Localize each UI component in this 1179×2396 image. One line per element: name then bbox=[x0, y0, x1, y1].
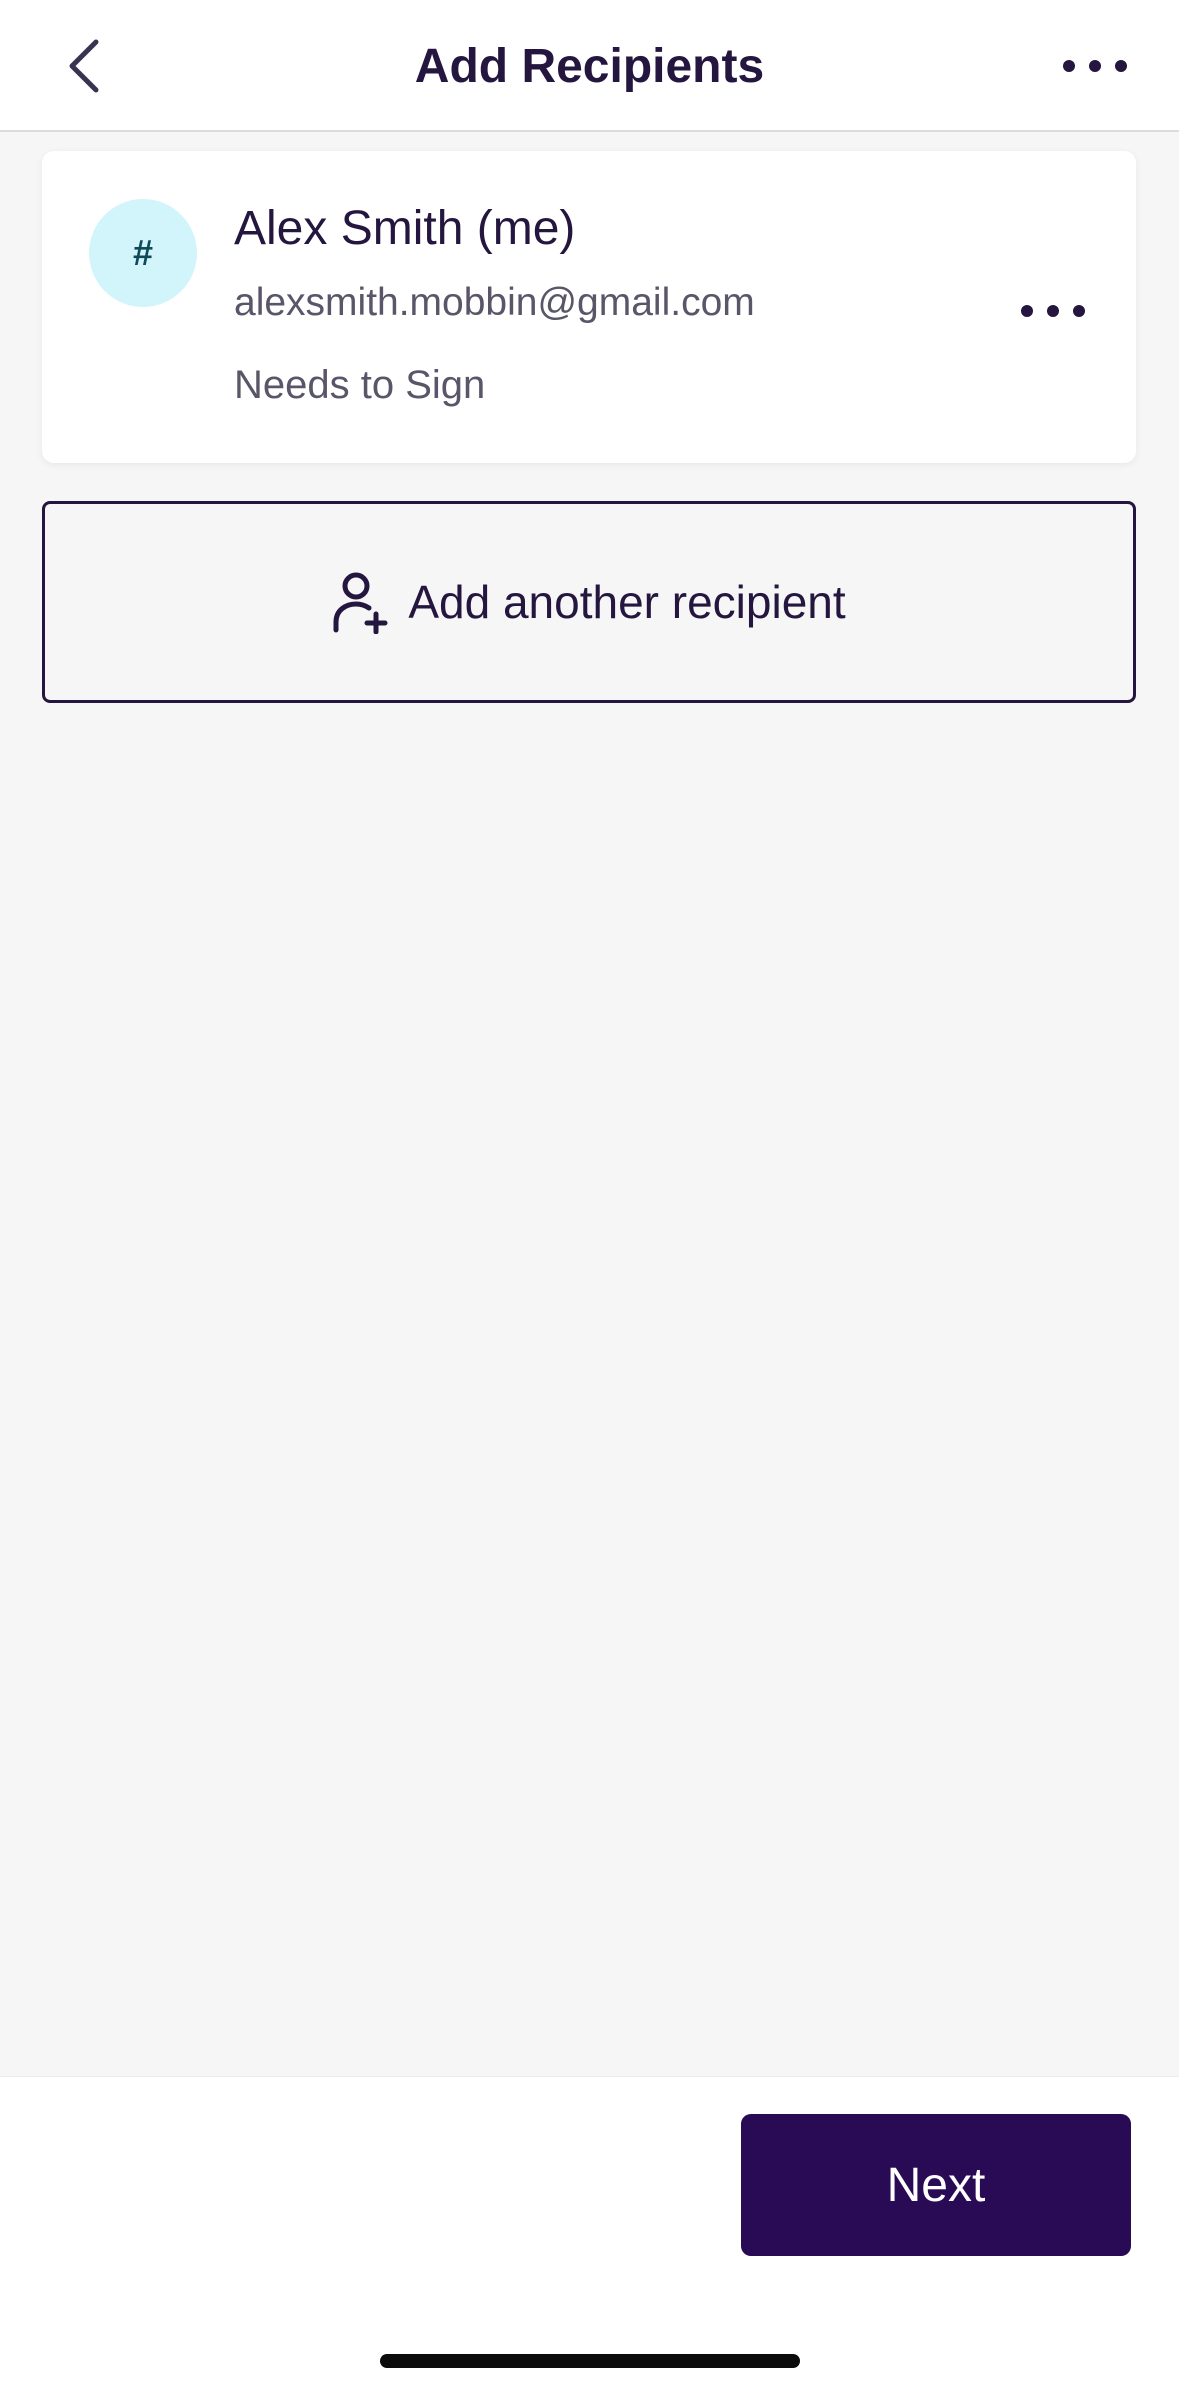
add-person-icon bbox=[332, 570, 388, 634]
recipient-name: Alex Smith (me) bbox=[234, 202, 576, 255]
add-recipient-content: Add another recipient bbox=[332, 570, 846, 634]
next-button[interactable]: Next bbox=[741, 2114, 1131, 2256]
add-another-recipient-button[interactable]: Add another recipient bbox=[42, 501, 1136, 703]
top-nav-bar: Add Recipients bbox=[0, 0, 1179, 132]
more-horizontal-icon bbox=[1021, 305, 1085, 317]
back-button[interactable] bbox=[44, 22, 124, 110]
page-title: Add Recipients bbox=[414, 39, 765, 93]
home-indicator bbox=[380, 2354, 800, 2368]
chevron-left-icon bbox=[69, 39, 99, 93]
more-horizontal-icon bbox=[1063, 60, 1127, 72]
recipient-card[interactable]: # Alex Smith (me) alexsmith.mobbin@gmail… bbox=[42, 151, 1136, 463]
recipient-email: alexsmith.mobbin@gmail.com bbox=[234, 281, 755, 324]
recipient-more-button[interactable] bbox=[1008, 281, 1098, 341]
avatar: # bbox=[89, 199, 197, 307]
add-recipient-label: Add another recipient bbox=[408, 576, 846, 628]
header-more-button[interactable] bbox=[1045, 24, 1145, 108]
add-recipients-screen: Add Recipients # Alex Smith (me) alexsmi… bbox=[0, 0, 1179, 2396]
recipient-role: Needs to Sign bbox=[234, 363, 486, 407]
bottom-action-bar: Next bbox=[0, 2076, 1179, 2396]
